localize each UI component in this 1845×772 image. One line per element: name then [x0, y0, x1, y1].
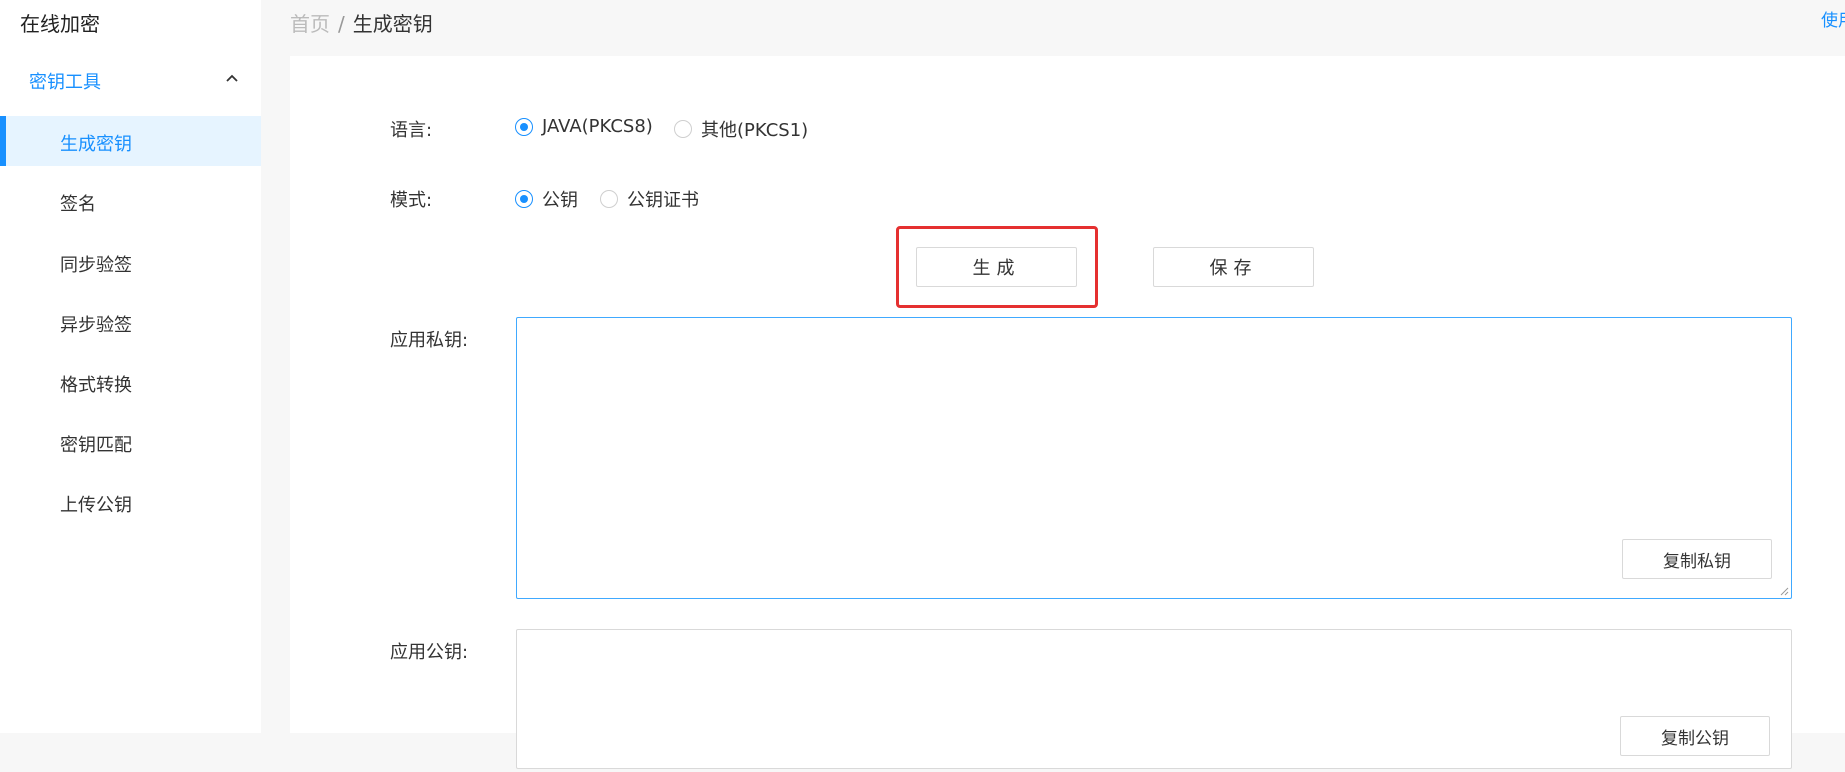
public-key-label: 应用公钥:: [390, 642, 469, 663]
public-key-field-container: 复制公钥: [516, 629, 1792, 769]
sidebar-item-label: 上传公钥: [60, 495, 132, 516]
sidebar: 在线加密 密钥工具 生成密钥 签名 同步验签 异步验签 格式转换 密钥匹配 上传…: [0, 0, 261, 733]
radio-label: 公钥证书: [627, 190, 699, 211]
sidebar-item-sync-verify[interactable]: 同步验签: [0, 237, 261, 287]
save-button[interactable]: 保存: [1153, 247, 1314, 287]
radio-label: 其他(PKCS1): [701, 120, 809, 141]
sidebar-item-label: 同步验签: [60, 255, 132, 276]
chevron-up-icon: [226, 74, 238, 82]
sidebar-item-generate-key[interactable]: 生成密钥: [0, 116, 261, 166]
sidebar-item-format-convert[interactable]: 格式转换: [0, 357, 261, 407]
sidebar-group-key-tools[interactable]: 密钥工具: [0, 60, 261, 100]
radio-label: 公钥: [542, 190, 578, 211]
radio-checked-icon: [515, 190, 533, 208]
highlight-annotation-box: [896, 226, 1098, 308]
breadcrumb-separator: /: [338, 12, 345, 36]
radio-unchecked-icon: [674, 120, 692, 138]
copy-private-key-button[interactable]: 复制私钥: [1622, 539, 1772, 579]
private-key-field-container: 复制私钥: [516, 317, 1792, 599]
sidebar-item-label: 签名: [60, 194, 96, 215]
sidebar-item-async-verify[interactable]: 异步验签: [0, 297, 261, 347]
mode-label: 模式:: [390, 190, 433, 211]
radio-unchecked-icon: [600, 190, 618, 208]
sidebar-item-key-match[interactable]: 密钥匹配: [0, 417, 261, 467]
copy-public-key-button[interactable]: 复制公钥: [1620, 716, 1770, 756]
sidebar-item-label: 格式转换: [60, 375, 132, 396]
sidebar-item-label: 异步验签: [60, 315, 132, 336]
breadcrumb: 首页 / 生成密钥: [290, 8, 433, 37]
radio-mode-public-key[interactable]: 公钥: [515, 186, 578, 212]
sidebar-item-label: 生成密钥: [60, 134, 132, 155]
breadcrumb-current: 生成密钥: [352, 12, 433, 36]
sidebar-item-label: 密钥匹配: [60, 435, 132, 456]
radio-language-other[interactable]: 其他(PKCS1): [674, 116, 808, 142]
breadcrumb-home[interactable]: 首页: [290, 12, 330, 36]
top-right-link[interactable]: 使用: [1821, 6, 1845, 31]
language-label: 语言:: [390, 120, 433, 141]
radio-label: JAVA(PKCS8): [542, 116, 653, 137]
private-key-label: 应用私钥:: [390, 330, 469, 351]
radio-mode-certificate[interactable]: 公钥证书: [600, 186, 699, 212]
sidebar-item-sign[interactable]: 签名: [0, 176, 261, 226]
sidebar-group-label: 密钥工具: [29, 72, 101, 93]
radio-checked-icon: [515, 117, 533, 136]
private-key-textarea[interactable]: [517, 318, 1791, 598]
resize-grip-icon[interactable]: [1779, 586, 1789, 596]
app-title: 在线加密: [20, 12, 100, 36]
radio-language-java[interactable]: JAVA(PKCS8): [515, 116, 653, 137]
sidebar-item-upload-public-key[interactable]: 上传公钥: [0, 477, 261, 527]
public-key-textarea[interactable]: [517, 630, 1791, 768]
